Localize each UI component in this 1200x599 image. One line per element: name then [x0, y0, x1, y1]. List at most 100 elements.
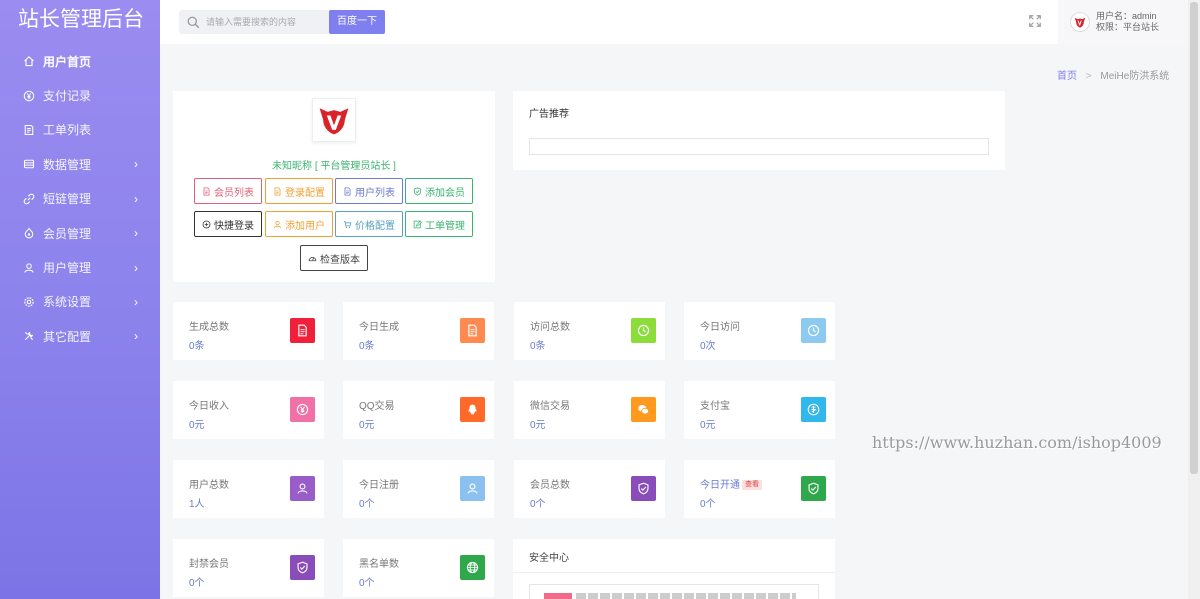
view-tag[interactable]: 查看: [742, 480, 762, 491]
watermark: https://www.huzhan.com/ishop4009: [872, 433, 1162, 452]
stat-icon-box: [631, 318, 656, 343]
quick-button-1[interactable]: 登录配置: [265, 178, 333, 204]
stat-value: 0元: [530, 420, 546, 431]
quick-button-5[interactable]: 添加用户: [265, 211, 333, 237]
stat-label: 微信交易: [530, 397, 570, 412]
quick-button-0[interactable]: 会员列表: [194, 178, 262, 204]
quick-button-label: 价格配置: [355, 220, 395, 232]
stat-card: 今日收入 0元: [173, 381, 324, 439]
ad-title: 广告推荐: [529, 109, 569, 120]
stat-label: 今日收入: [189, 397, 229, 412]
stat-value: 0次: [700, 341, 716, 352]
profile-card: 未知昵称 [ 平台管理员站长 ] 会员列表 登录配置 用户列表 添加会员 快捷登录 添加用…: [173, 91, 495, 282]
security-badge: [544, 593, 572, 599]
stat-label-text: 访问总数: [530, 322, 570, 333]
user-role: 权限：平台站长: [1096, 22, 1160, 32]
quick-button-7[interactable]: 工单管理: [405, 211, 473, 237]
quick-button-6[interactable]: 价格配置: [335, 211, 403, 237]
avatar: [1070, 12, 1090, 32]
stat-value: 0个: [530, 499, 546, 510]
stat-icon-box: [801, 476, 826, 501]
sidebar-item-1[interactable]: 支付记录: [0, 78, 160, 112]
stat-value: 0元: [189, 420, 205, 431]
doc-icon: [203, 186, 210, 196]
sidebar-item-label: 用户首页: [43, 54, 92, 69]
quick-button-label: 添加用户: [285, 220, 325, 232]
doc-icon: [298, 324, 307, 337]
stat-value: 0个: [359, 499, 375, 510]
quick-button-label: 检查版本: [320, 254, 360, 266]
stat-card: 今日注册 0个: [343, 460, 494, 518]
chevron-right-icon: ›: [134, 294, 138, 309]
chevron-right-icon: ›: [134, 260, 138, 275]
quick-button-label: 用户列表: [355, 187, 395, 199]
qq-icon: [468, 404, 477, 415]
stat-label: 生成总数: [189, 318, 229, 333]
sidebar-item-6[interactable]: 用户管理 ›: [0, 250, 160, 284]
stat-card: 封禁会员 0个: [173, 539, 324, 597]
stat-card: 会员总数 0个: [514, 460, 665, 518]
user-menu[interactable]: 用户名：admin 权限：平台站长: [1058, 0, 1188, 44]
sidebar-item-icon: [22, 123, 35, 136]
stat-label: 访问总数: [530, 318, 570, 333]
stat-label-text: 黑名单数: [359, 559, 399, 570]
stat-label-text: 微信交易: [530, 401, 570, 412]
shield-icon: [297, 561, 308, 574]
quick-button-label: 快捷登录: [214, 220, 254, 232]
fullscreen-icon[interactable]: [1028, 14, 1042, 28]
doc-icon: [344, 186, 351, 196]
quick-button-4[interactable]: 快捷登录: [194, 211, 262, 237]
search-icon: [187, 16, 200, 28]
sidebar-item-3[interactable]: 数据管理 ›: [0, 147, 160, 181]
stat-label-text: 今日开通: [700, 480, 740, 491]
link-icon: [23, 193, 34, 205]
sidebar-item-7[interactable]: 系统设置 ›: [0, 285, 160, 319]
quick-button-label: 会员列表: [214, 187, 254, 199]
quick-button-2[interactable]: 用户列表: [335, 178, 403, 204]
search-input[interactable]: [206, 17, 326, 27]
page-scrollbar[interactable]: [1188, 0, 1200, 599]
clock-icon: [807, 324, 820, 337]
sidebar-item-label: 工单列表: [43, 123, 92, 138]
stat-value: 0元: [359, 420, 375, 431]
sidebar-item-icon: [22, 89, 35, 102]
globe-icon: [466, 561, 479, 574]
sidebar-item-label: 数据管理: [43, 157, 92, 172]
quick-button-3[interactable]: 添加会员: [405, 178, 473, 204]
stat-label: 今日访问: [700, 318, 740, 333]
stat-card: 用户总数 1人: [173, 460, 324, 518]
user-icon: [297, 483, 308, 494]
stat-icon-box: [631, 397, 656, 422]
user-name: 用户名：admin: [1096, 11, 1157, 21]
security-notice-text: [576, 593, 796, 599]
stat-card: 今日开通 查看 0个: [684, 460, 835, 518]
stat-label-text: 支付宝: [700, 401, 730, 412]
stat-label: 支付宝: [700, 397, 730, 412]
breadcrumb-current: MeiHe防洪系统: [1100, 71, 1170, 82]
sidebar-item-2[interactable]: 工单列表: [0, 113, 160, 147]
sidebar-item-icon: [22, 158, 35, 171]
breadcrumb-separator: >: [1085, 71, 1092, 82]
quick-button-8[interactable]: 检查版本: [300, 245, 368, 271]
stat-card: 今日生成 0条: [343, 302, 494, 360]
sidebar-item-label: 会员管理: [43, 226, 92, 241]
stat-icon-box: [460, 397, 485, 422]
divider: [513, 572, 835, 573]
plus-circle-icon: [202, 220, 211, 228]
database-icon: [23, 160, 34, 169]
sidebar-item-8[interactable]: 其它配置 ›: [0, 319, 160, 353]
quick-button-label: 工单管理: [425, 220, 465, 232]
sidebar: 站长管理后台 用户首页 支付记录 工单列表 数据管理 › 短链管理 › 会员管理 › 用户管理 › 系…: [0, 0, 160, 599]
user-icon: [274, 220, 281, 228]
stat-value: 1人: [189, 499, 205, 510]
user-info: 用户名：admin 权限：平台站长: [1096, 11, 1159, 33]
sidebar-item-4[interactable]: 短链管理 ›: [0, 182, 160, 216]
scrollbar-thumb[interactable]: [1190, 2, 1198, 474]
sidebar-nav: 用户首页 支付记录 工单列表 数据管理 › 短链管理 › 会员管理 › 用户管理 › 系统设置 › 其它配…: [0, 44, 160, 354]
stat-label-text: 封禁会员: [189, 559, 229, 570]
search-button[interactable]: 百度一下: [329, 10, 385, 34]
breadcrumb-home[interactable]: 首页: [1057, 71, 1077, 82]
stat-label-text: 今日访问: [700, 322, 740, 333]
sidebar-item-5[interactable]: 会员管理 ›: [0, 216, 160, 250]
sidebar-item-0[interactable]: 用户首页: [0, 44, 160, 78]
